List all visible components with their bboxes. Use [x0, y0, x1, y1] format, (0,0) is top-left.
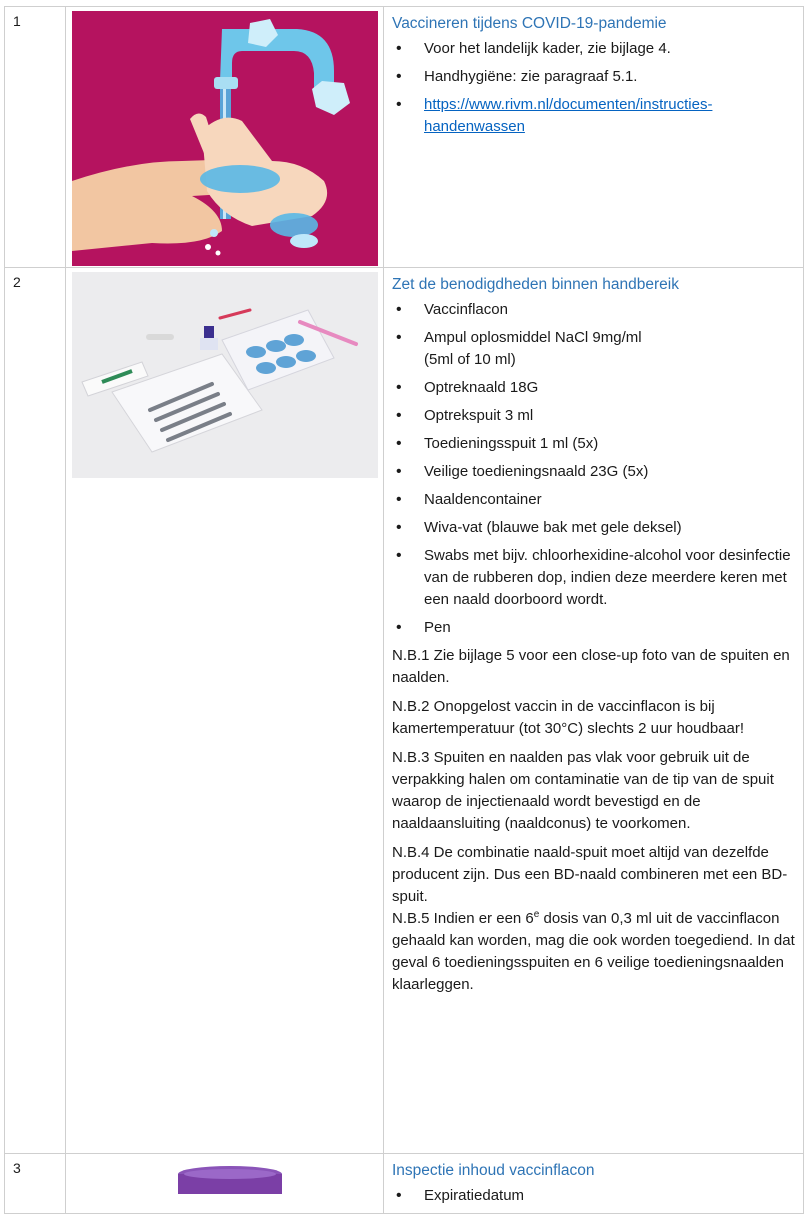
bullet-list: Vaccinflacon Ampul oplosmiddel NaCl 9mg/… — [392, 299, 797, 639]
note: N.B.1 Zie bijlage 5 voor een close-up fo… — [392, 647, 790, 686]
table-row: 3 Inspectie inhoud vaccinflacon Expirati… — [4, 1153, 804, 1214]
vial-cap-photo-icon — [72, 1158, 378, 1194]
supplies-photo-icon — [72, 272, 378, 478]
note: N.B.2 Onopgelost vaccin in de vaccinflac… — [392, 698, 745, 737]
instructions-handwashing-link[interactable]: https://www.rivm.nl/documenten/instructi… — [424, 96, 712, 135]
note: N.B.4 De combinatie naald-spuit moet alt… — [392, 844, 788, 905]
note: N.B.5 Indien er een 6e dosis van 0,3 ml … — [392, 908, 797, 996]
list-item: Handhygiëne: zie paragraaf 5.1. — [392, 66, 797, 88]
bullet-list: Voor het landelijk kader, zie bijlage 4.… — [392, 38, 797, 138]
instruction-cell: Vaccineren tijdens COVID-19-pandemie Voo… — [383, 6, 804, 268]
bullet-list: Expiratiedatum — [392, 1185, 797, 1207]
step-title: Zet de benodigdheden binnen handbereik — [392, 276, 679, 293]
table-row: 2 Zet de benodigdheden binnen handbereik… — [4, 267, 804, 1154]
list-item: Voor het landelijk kader, zie bijlage 4. — [392, 38, 797, 60]
list-item: Expiratiedatum — [392, 1185, 797, 1207]
instruction-cell: Zet de benodigdheden binnen handbereik V… — [383, 267, 804, 1154]
list-item-text: Ampul oplosmiddel NaCl 9mg/ml — [424, 329, 642, 346]
handwashing-illustration-icon — [72, 11, 378, 266]
table-row: 1 Vaccineren tijdens COVID-19-pandemie •… — [4, 6, 804, 268]
step-title: Vaccineren tijdens COVID-19-pandemie — [392, 15, 667, 32]
step-title: Inspectie inhoud vaccinflacon — [392, 1162, 595, 1179]
image-cell — [65, 6, 384, 268]
procedure-table: 1 Vaccineren tijdens COVID-19-pandemie •… — [4, 6, 804, 1214]
image-cell — [65, 1153, 384, 1214]
list-item: Naaldencontainer — [392, 489, 797, 511]
list-item: Optreknaald 18G — [392, 377, 797, 399]
list-item: Pen — [392, 617, 797, 639]
list-item: Veilige toedieningsnaald 23G (5x) — [392, 461, 797, 483]
step-number: 3 — [4, 1153, 66, 1214]
list-item: Vaccinflacon — [392, 299, 797, 321]
image-cell — [65, 267, 384, 1154]
step-number: 1 — [4, 6, 66, 268]
list-item: Ampul oplosmiddel NaCl 9mg/ml (5ml of 10 … — [392, 327, 797, 371]
list-item-subtext: (5ml of 10 ml) — [424, 351, 516, 368]
list-item: Toedieningsspuit 1 ml (5x) — [392, 433, 797, 455]
list-item: Swabs met bijv. chloorhexidine-alcohol v… — [392, 545, 797, 611]
list-item: Optrekspuit 3 ml — [392, 405, 797, 427]
step-number: 2 — [4, 267, 66, 1154]
list-item: Wiva-vat (blauwe bak met gele deksel) — [392, 517, 797, 539]
list-item: https://www.rivm.nl/documenten/instructi… — [392, 94, 797, 138]
note-text: N.B.5 Indien er een 6 — [392, 910, 534, 927]
instruction-cell: Inspectie inhoud vaccinflacon Expiratied… — [383, 1153, 804, 1214]
note: N.B.3 Spuiten en naalden pas vlak voor g… — [392, 749, 774, 832]
